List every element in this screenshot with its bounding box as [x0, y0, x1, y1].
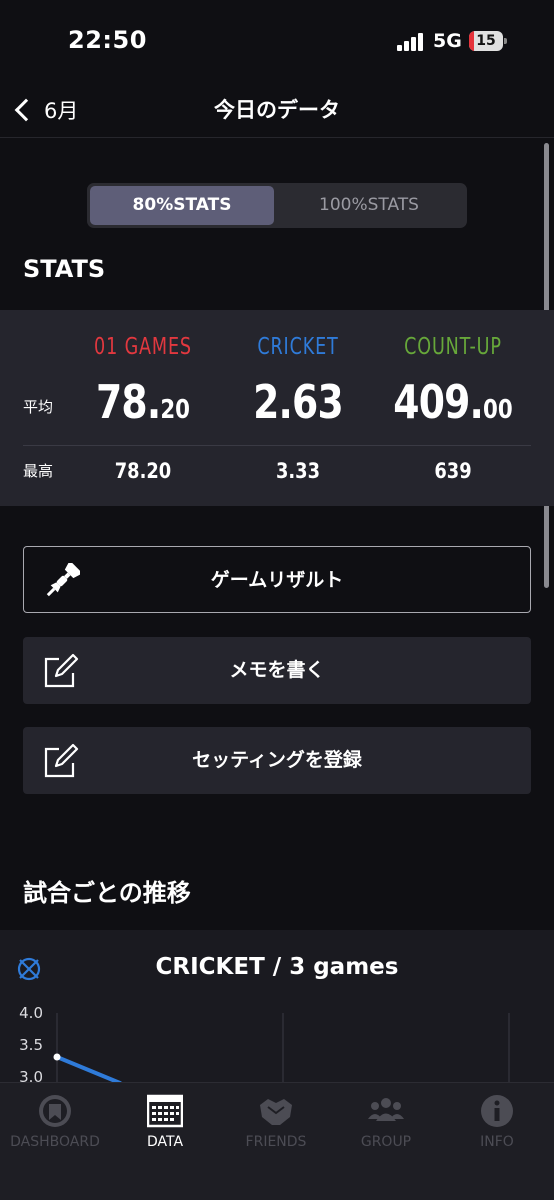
col-head-count-up: COUNT-UP: [404, 334, 502, 360]
trend-heading: 試合ごとの推移: [23, 879, 191, 907]
tab-friends[interactable]: FRIENDS: [221, 1093, 331, 1155]
max-cricket: 3.33: [275, 459, 321, 483]
col-head-cricket: CRICKET: [257, 334, 339, 360]
tab-group[interactable]: GROUP: [331, 1093, 441, 1155]
tab-bar: DASHBOARD DATA FRIENDS GROUP INFO: [0, 1082, 554, 1200]
col-head-01-games: 01 GAMES: [94, 334, 192, 360]
tab-dashboard[interactable]: DASHBOARD: [0, 1093, 110, 1155]
max-count-up: 639: [434, 459, 472, 483]
data-icon: [147, 1094, 183, 1128]
status-time: 22:50: [68, 26, 147, 54]
status-bar: 22:50 5G 15: [0, 0, 554, 82]
max-01-games: 78.20: [114, 459, 172, 483]
stats-divider: [23, 445, 531, 446]
avg-01-games: 78.20: [95, 375, 191, 429]
segment-100-stats[interactable]: 100%STATS: [277, 186, 461, 225]
stats-panel: 01 GAMES CRICKET COUNT-UP 平均 78.20 2.63 …: [0, 310, 554, 506]
stats-heading: STATS: [23, 255, 106, 283]
chart-title: CRICKET / 3 games: [155, 954, 399, 980]
register-setting-button[interactable]: セッティングを登録: [23, 727, 531, 794]
register-setting-label: セッティングを登録: [192, 749, 362, 771]
group-icon: [368, 1098, 404, 1121]
battery-level: 15: [476, 33, 496, 49]
trend-chart: 4.0 3.5 3.0: [19, 1004, 510, 1090]
series-line-cricket: [55, 1055, 122, 1085]
tab-data[interactable]: DATA: [110, 1093, 220, 1155]
game-result-label: ゲームリザルト: [210, 569, 344, 591]
battery-icon: 15: [469, 31, 507, 51]
tab-label: INFO: [480, 1134, 514, 1150]
write-memo-label: メモを書く: [229, 659, 325, 681]
stats-mode-segmented-control: 80%STATS 100%STATS: [87, 183, 467, 228]
y-tick-label: 4.0: [19, 1004, 43, 1022]
dashboard-icon: [39, 1095, 71, 1127]
segment-80-stats[interactable]: 80%STATS: [90, 186, 274, 225]
network-type: 5G: [433, 30, 462, 52]
tab-label: GROUP: [360, 1134, 412, 1150]
back-button[interactable]: 6月: [12, 92, 78, 128]
page-title: 今日のデータ: [214, 98, 340, 122]
write-memo-button[interactable]: メモを書く: [23, 637, 531, 704]
info-icon: [481, 1095, 513, 1127]
signal-icon: [397, 33, 425, 51]
tab-label: FRIENDS: [245, 1134, 307, 1150]
tab-label: DASHBOARD: [10, 1134, 100, 1150]
friends-icon: [260, 1099, 292, 1125]
tab-label: DATA: [146, 1134, 184, 1150]
avg-row-label: 平均: [23, 398, 54, 416]
tab-info[interactable]: INFO: [442, 1093, 552, 1155]
avg-cricket: 2.63: [253, 375, 344, 429]
data-point: [53, 1053, 61, 1061]
chevron-left-icon: [14, 98, 38, 122]
y-tick-label: 3.5: [19, 1036, 43, 1054]
back-label: 6月: [44, 99, 79, 123]
max-row-label: 最高: [23, 462, 54, 480]
game-result-button[interactable]: ゲームリザルト: [23, 546, 531, 613]
nav-bar: 6月 今日のデータ: [0, 82, 554, 138]
avg-count-up: 409.00: [393, 375, 513, 429]
